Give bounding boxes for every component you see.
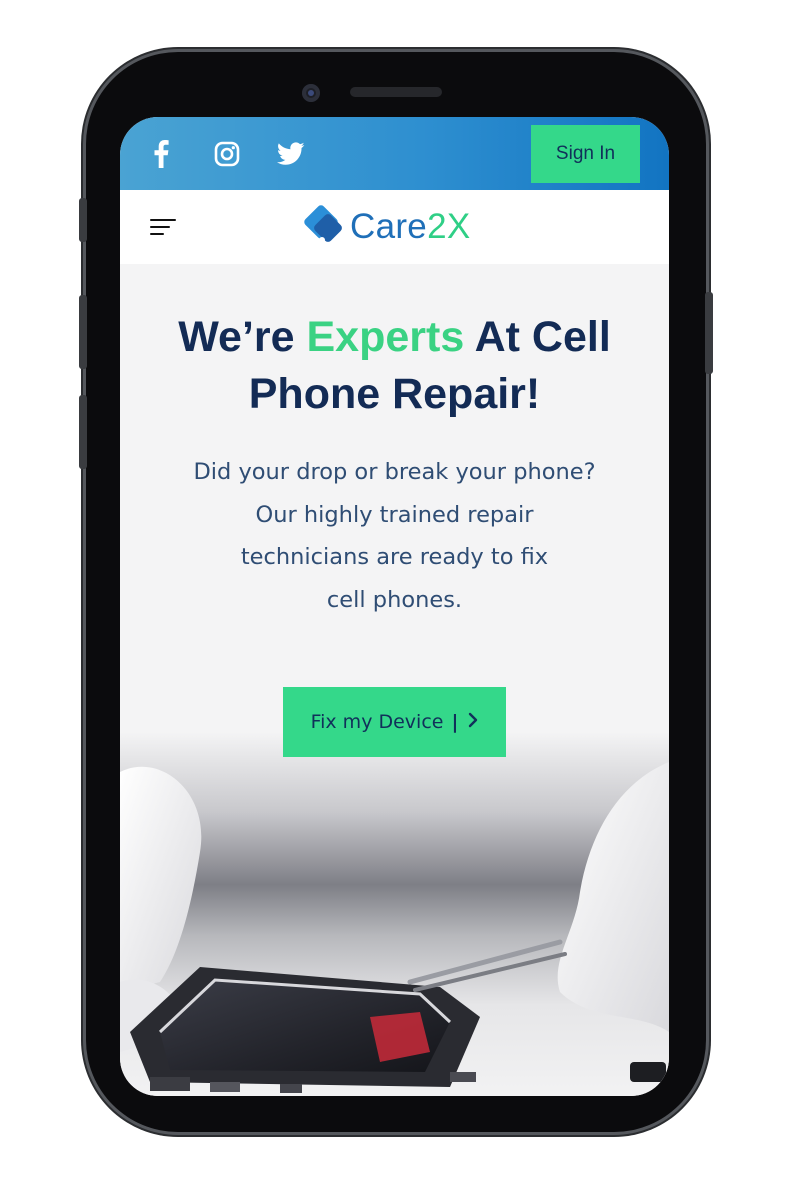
earpiece-speaker (350, 87, 442, 97)
hero-title-highlight: Experts (306, 313, 465, 361)
facebook-icon[interactable] (146, 139, 176, 169)
phone-volume-down (79, 395, 87, 469)
hamburger-menu-icon[interactable] (150, 219, 176, 237)
hero-title: We’re Experts At Cell Phone Repair! (178, 313, 611, 418)
hero-subtitle: Did your drop or break your phone? Our h… (193, 459, 596, 613)
brand-name-accent: 2X (427, 207, 471, 246)
front-camera (302, 84, 320, 102)
phone-repair-photo (120, 732, 669, 1096)
instagram-icon[interactable] (212, 139, 242, 169)
phone-power-button (705, 292, 713, 374)
brand-name: Care2X (350, 207, 471, 246)
phone-mute-switch (79, 198, 87, 242)
fix-my-device-button[interactable]: Fix my Device | (283, 687, 506, 757)
twitter-icon[interactable] (276, 139, 306, 169)
diamond-heart-logo-icon (300, 204, 346, 250)
cta-separator: | (451, 711, 459, 733)
phone-volume-up (79, 295, 87, 369)
social-top-bar: Sign In (120, 117, 669, 190)
phone-screen: Sign In Care2X We’re Experts At Cell Pho… (120, 117, 669, 1096)
brand-logo[interactable]: Care2X (300, 204, 470, 250)
sign-in-button[interactable]: Sign In (531, 125, 640, 183)
main-navbar: Care2X (120, 190, 669, 264)
chevron-right-icon (468, 711, 478, 733)
